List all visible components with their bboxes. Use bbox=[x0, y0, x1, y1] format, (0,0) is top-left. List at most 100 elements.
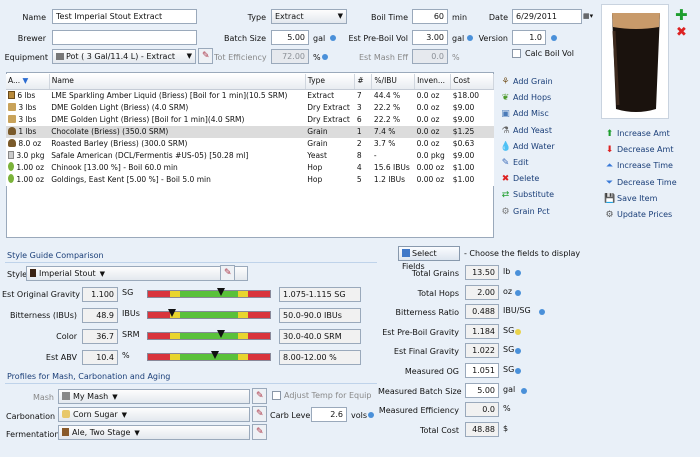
action-grain-pct-button[interactable]: ⚙ Grain Pct bbox=[500, 206, 549, 218]
action-label: Add Yeast bbox=[513, 125, 552, 135]
number-cell: 5 bbox=[355, 174, 372, 186]
stat-value: 1.022 bbox=[465, 343, 499, 359]
tot-efficiency-field[interactable]: 72.00 bbox=[271, 49, 309, 64]
number-cell: 7 bbox=[355, 89, 372, 102]
recipe-name-field[interactable]: Test Imperial Stout Extract bbox=[52, 9, 197, 24]
type-dropdown[interactable]: Extract ▼ bbox=[271, 9, 347, 24]
date-field[interactable]: 6/29/2011 bbox=[512, 9, 582, 24]
stat-value[interactable]: 5.00 bbox=[465, 382, 499, 398]
column-header-pct-ibu[interactable]: %/IBU bbox=[371, 74, 416, 90]
edit-fermentation-button[interactable]: ✎ bbox=[252, 424, 267, 440]
action-label: Add Misc bbox=[513, 109, 549, 119]
water-icon: 💧 bbox=[500, 141, 512, 152]
action-increase-time-button[interactable]: ⏶ Increase Time bbox=[604, 160, 673, 172]
action-add-yeast-button[interactable]: ⚗ Add Yeast bbox=[500, 125, 552, 137]
info-dot-icon[interactable] bbox=[551, 35, 557, 41]
brewer-field[interactable] bbox=[52, 30, 197, 45]
carb-level-label: Carb Level bbox=[270, 411, 313, 420]
info-dot-icon[interactable] bbox=[330, 35, 336, 41]
name-cell: Chinook [13.00 %] - Boil 60.0 min bbox=[49, 162, 305, 174]
column-header-name[interactable]: Name bbox=[49, 74, 306, 90]
mash-dropdown[interactable]: My Mash ▼ bbox=[58, 389, 250, 404]
action-substitute-button[interactable]: ⇄ Substitute bbox=[500, 189, 554, 201]
style-row-label: Bitterness (IBUs) bbox=[9, 311, 77, 320]
action-save-item-button[interactable]: 💾 Save Item bbox=[604, 193, 657, 205]
table-row[interactable]: 8.0 oz Roasted Barley (Briess) (300.0 SRM… bbox=[6, 138, 494, 150]
table-row[interactable]: 3.0 pkg Safale American (DCL/Fermentis #U… bbox=[6, 150, 494, 162]
action-edit-button[interactable]: ✎ Edit bbox=[500, 157, 529, 169]
edit-style-button[interactable]: ✎ bbox=[220, 265, 235, 281]
info-dot-icon[interactable] bbox=[368, 412, 374, 418]
stat-label: Est Final Gravity bbox=[393, 347, 459, 357]
stat-unit: $ bbox=[503, 423, 509, 433]
column-header-type[interactable]: Type bbox=[305, 74, 356, 90]
info-dot-icon[interactable] bbox=[515, 348, 521, 355]
table-row[interactable]: 1 lbs Chocolate (Briess) (350.0 SRM) Grain… bbox=[6, 125, 494, 138]
dme-bag-icon bbox=[8, 114, 16, 123]
info-dot-icon[interactable] bbox=[539, 309, 545, 316]
stat-value[interactable]: 1.051 bbox=[465, 363, 499, 378]
edit-equipment-button[interactable]: ✎ bbox=[198, 48, 213, 64]
name-cell-text: LME Sparkling Amber Liquid (Briess) [Boi… bbox=[51, 90, 288, 100]
table-row[interactable]: 3 lbs DME Golden Light (Briess) (4.0 SRM)… bbox=[6, 102, 494, 114]
select-fields-button[interactable]: Select Fields bbox=[398, 246, 460, 271]
style-range-bar bbox=[147, 332, 271, 340]
type-cell-text: Yeast bbox=[307, 150, 327, 160]
column-header-cost[interactable]: Cost bbox=[450, 74, 494, 90]
info-dot-icon[interactable] bbox=[515, 270, 521, 276]
style-range-text: 1.075-1.115 SG bbox=[279, 287, 361, 302]
action-add-water-button[interactable]: 💧 Add Water bbox=[500, 141, 555, 153]
table-row[interactable]: 1.00 oz Goldings, East Kent [5.00 %] - Bo… bbox=[6, 173, 494, 186]
info-dot-icon[interactable] bbox=[322, 54, 328, 60]
info-dot-icon[interactable] bbox=[515, 368, 521, 374]
table-row[interactable]: 1.00 oz Chinook [13.00 %] - Boil 60.0 min… bbox=[6, 161, 494, 174]
column-header-number[interactable]: # bbox=[354, 74, 373, 90]
add-icon[interactable]: ✚ bbox=[675, 8, 688, 23]
carbonation-dropdown[interactable]: Corn Sugar ▼ bbox=[58, 407, 250, 422]
fermentation-dropdown[interactable]: Ale, Two Stage ▼ bbox=[58, 425, 250, 440]
calendar-dropdown-icon[interactable]: ▦▾ bbox=[583, 9, 593, 24]
pct-ibu-cell-text: 22.2 % bbox=[373, 114, 401, 124]
inventory-cell-text: 0.0 oz bbox=[416, 138, 440, 148]
mash-eff-field[interactable]: 0.0 bbox=[412, 49, 448, 64]
adjust-temp-checkbox[interactable] bbox=[272, 391, 281, 400]
batch-size-field[interactable]: 5.00 bbox=[271, 30, 309, 45]
calc-boil-vol-checkbox[interactable] bbox=[512, 49, 521, 58]
edit-mash-button[interactable]: ✎ bbox=[252, 388, 267, 404]
action-decrease-time-button[interactable]: ⏷ Decrease Time bbox=[604, 177, 677, 189]
table-row[interactable]: 6 lbs LME Sparkling Amber Liquid (Briess)… bbox=[6, 89, 494, 102]
equipment-value: Pot ( 3 Gal/11.4 L) - Extract bbox=[66, 52, 175, 61]
action-decrease-amt-button[interactable]: ⬇ Decrease Amt bbox=[604, 144, 674, 156]
hop-icon bbox=[8, 161, 14, 171]
action-add-grain-button[interactable]: ⚘ Add Grain bbox=[500, 76, 552, 88]
delete-icon[interactable]: ✖ bbox=[676, 26, 687, 39]
carb-level-field[interactable]: 2.6 bbox=[311, 407, 347, 422]
version-field[interactable]: 1.0 bbox=[512, 30, 546, 45]
pct-ibu-cell: 1.2 IBUs bbox=[372, 174, 415, 186]
column-header-amount[interactable]: A... ▼ bbox=[6, 74, 50, 90]
equipment-dropdown[interactable]: Pot ( 3 Gal/11.4 L) - Extract ▼ bbox=[52, 49, 196, 64]
edit-carbonation-button[interactable]: ✎ bbox=[252, 406, 267, 422]
sort-arrow-icon: ▼ bbox=[22, 76, 29, 86]
chevron-down-icon: ▼ bbox=[186, 52, 192, 60]
style-row-label: Color bbox=[56, 332, 77, 341]
action-increase-amt-button[interactable]: ⬆ Increase Amt bbox=[604, 128, 670, 140]
info-dot-icon[interactable] bbox=[515, 289, 521, 296]
table-row[interactable]: 3 lbs DME Golden Light (Briess) [Boil for… bbox=[6, 114, 494, 126]
amount-cell-text: 3 lbs bbox=[18, 114, 37, 124]
pre-boil-unit: gal bbox=[452, 34, 465, 43]
column-header-inventory[interactable]: Inven... bbox=[414, 74, 452, 90]
action-label: Update Prices bbox=[617, 210, 673, 219]
action-add-hops-button[interactable]: ❦ Add Hops bbox=[500, 92, 551, 104]
pct-ibu-cell-text: 15.6 IBUs bbox=[373, 162, 410, 172]
action-add-misc-button[interactable]: ▣ Add Misc bbox=[500, 108, 549, 120]
name-cell-text: Goldings, East Kent [5.00 %] - Boil 5.0 … bbox=[51, 174, 211, 184]
pre-boil-vol-field[interactable]: 3.00 bbox=[412, 30, 448, 45]
action-delete-button[interactable]: ✖ Delete bbox=[500, 173, 540, 185]
carbonation-value: Corn Sugar bbox=[73, 410, 118, 419]
style-dropdown[interactable]: Imperial Stout ▼ bbox=[26, 266, 248, 281]
info-dot-icon[interactable] bbox=[521, 387, 527, 394]
action-update-prices-button[interactable]: ⚙ Update Prices bbox=[604, 209, 672, 221]
info-dot-icon[interactable] bbox=[515, 328, 521, 335]
boil-time-field[interactable]: 60 bbox=[412, 9, 448, 24]
